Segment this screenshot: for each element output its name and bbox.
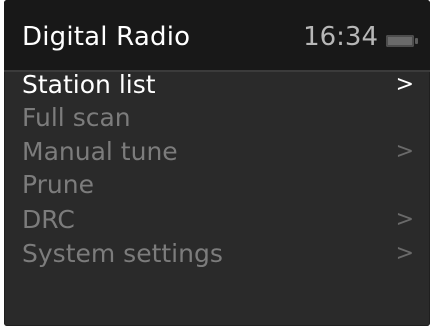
radio-display: Digital Radio 16:34 Station list > Full …	[4, 0, 430, 326]
menu-item-label: Manual tune	[22, 137, 178, 166]
page-title: Digital Radio	[22, 22, 191, 52]
menu-item-label: System settings	[22, 239, 223, 268]
menu-item-label: Station list	[22, 70, 156, 99]
battery-icon	[386, 35, 418, 47]
menu-item-label: Full scan	[22, 103, 131, 132]
menu-item-label: DRC	[22, 205, 75, 234]
header-bar: Digital Radio 16:34	[4, 0, 430, 70]
main-menu: Station list > Full scan Manual tune > P…	[4, 70, 430, 326]
chevron-right-icon: >	[395, 207, 414, 232]
menu-item-station-list[interactable]: Station list >	[4, 67, 430, 103]
menu-item-label: Prune	[22, 170, 94, 199]
chevron-right-icon: >	[395, 241, 414, 266]
clock-time: 16:34	[303, 22, 378, 52]
menu-item-prune[interactable]: Prune	[4, 167, 430, 203]
menu-item-manual-tune[interactable]: Manual tune >	[4, 134, 430, 170]
chevron-right-icon: >	[395, 139, 414, 164]
menu-item-system-settings[interactable]: System settings >	[4, 236, 430, 272]
chevron-right-icon: >	[395, 72, 414, 97]
menu-item-drc[interactable]: DRC >	[4, 202, 430, 238]
menu-item-full-scan[interactable]: Full scan	[4, 100, 430, 136]
